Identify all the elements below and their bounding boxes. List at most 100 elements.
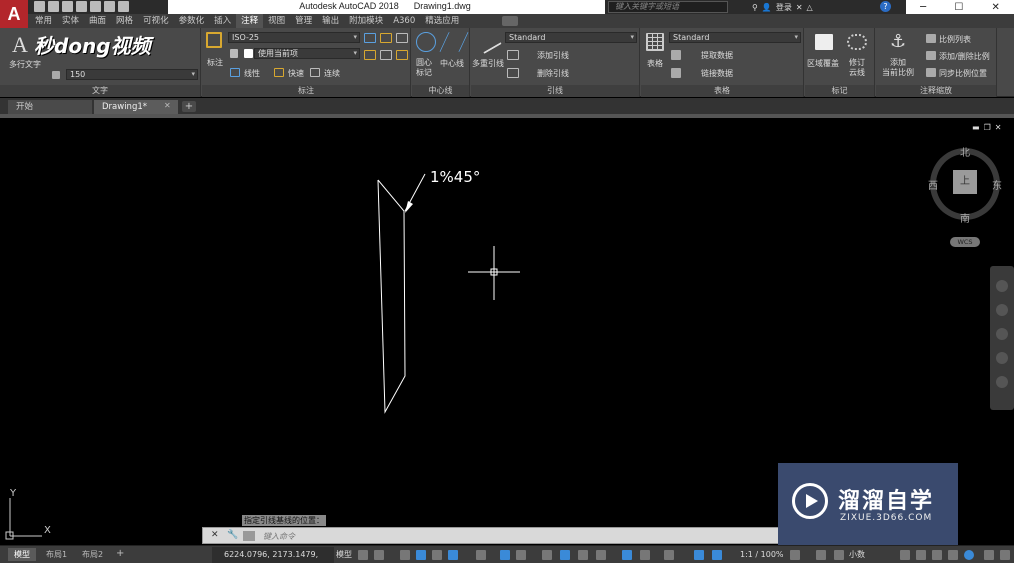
login-link[interactable]: 登录 bbox=[776, 2, 792, 13]
add-leader-button[interactable]: 添加引线 bbox=[537, 50, 569, 61]
help-icon[interactable]: ? bbox=[880, 1, 891, 12]
text-style-icon[interactable] bbox=[52, 71, 60, 79]
dim-tool-icon-2[interactable] bbox=[380, 33, 392, 43]
add-layout-icon[interactable]: + bbox=[116, 548, 124, 559]
customization-menu-icon[interactable] bbox=[1000, 550, 1010, 560]
tab-layout1[interactable]: 布局1 bbox=[40, 548, 73, 561]
coordinates-display[interactable]: 6224.0796, 2173.1479, 0.0000 bbox=[212, 547, 334, 563]
undo-icon[interactable] bbox=[104, 1, 115, 12]
add-scale-icon[interactable]: ⚓ bbox=[890, 32, 910, 52]
dim-tool-icon-1[interactable] bbox=[364, 33, 376, 43]
add-delete-scale-icon[interactable] bbox=[926, 51, 936, 60]
model-space-button[interactable]: 模型 bbox=[336, 548, 352, 561]
extract-data-button[interactable]: 提取数据 bbox=[701, 50, 733, 61]
command-close-icon[interactable]: ✕ bbox=[211, 530, 219, 540]
scale-list-icon[interactable] bbox=[926, 34, 936, 43]
pan-icon[interactable] bbox=[996, 304, 1008, 316]
maximize-icon[interactable]: ☐ bbox=[954, 2, 963, 13]
ribbon-tab[interactable]: 实体 bbox=[57, 14, 84, 28]
leader-style-select[interactable]: Standard bbox=[505, 32, 637, 43]
command-recent-icon[interactable] bbox=[243, 531, 255, 541]
dimension-icon[interactable] bbox=[206, 32, 222, 48]
isolate-objects-icon[interactable] bbox=[932, 550, 942, 560]
dynamic-ucs-icon[interactable] bbox=[622, 550, 632, 560]
exchange-icon[interactable]: ✕ bbox=[796, 3, 803, 12]
grid-icon[interactable] bbox=[358, 550, 368, 560]
viewcube[interactable]: 上 北 南 东 西 bbox=[928, 148, 1002, 225]
viewport-minimize-icon[interactable]: ▬ bbox=[972, 123, 980, 132]
dim-tool-icon-5[interactable] bbox=[380, 50, 392, 60]
command-customize-icon[interactable]: 🔧 bbox=[227, 530, 238, 540]
ribbon-tab[interactable]: 常用 bbox=[30, 14, 57, 28]
workspace-icon[interactable] bbox=[790, 550, 800, 560]
viewport-restore-icon[interactable]: ❐ bbox=[984, 123, 991, 132]
redo-icon[interactable] bbox=[118, 1, 129, 12]
center-mark-icon[interactable] bbox=[416, 32, 436, 52]
text-height-select[interactable]: 150 bbox=[66, 69, 198, 80]
dimension-label[interactable]: 标注 bbox=[207, 57, 223, 68]
wcs-menu[interactable]: WCS bbox=[950, 237, 980, 247]
ribbon-tab[interactable]: 管理 bbox=[290, 14, 317, 28]
ribbon-tab[interactable]: 注释 bbox=[236, 14, 264, 28]
orbit-icon[interactable] bbox=[996, 352, 1008, 364]
table-button[interactable]: 表格 bbox=[647, 58, 663, 69]
ribbon-tab[interactable]: 插入 bbox=[209, 14, 236, 28]
clean-screen-icon[interactable] bbox=[964, 550, 974, 560]
ribbon-tab[interactable]: 精选应用 bbox=[420, 14, 464, 28]
continue-dim-icon[interactable] bbox=[310, 68, 320, 77]
compass-north[interactable]: 北 bbox=[960, 144, 970, 159]
binoculars-icon[interactable]: ⚲ bbox=[752, 3, 758, 12]
add-leader-icon[interactable] bbox=[507, 50, 519, 60]
mtext-label[interactable]: 多行文字 bbox=[9, 59, 41, 70]
dim-layer-select[interactable]: 使用当前项 bbox=[254, 48, 360, 59]
autocad-logo-button[interactable]: A bbox=[0, 0, 28, 28]
units-icon[interactable] bbox=[834, 550, 844, 560]
object-snap-icon[interactable] bbox=[516, 550, 526, 560]
autodesk-a360-icon[interactable]: △ bbox=[807, 3, 813, 12]
quick-properties-icon[interactable] bbox=[900, 550, 910, 560]
add-delete-scale-button[interactable]: 添加/删除比例 bbox=[939, 51, 990, 62]
showmotion-icon[interactable] bbox=[996, 376, 1008, 388]
center-mark-button[interactable]: 圆心 标记 bbox=[416, 58, 432, 78]
ribbon-tab[interactable]: 视图 bbox=[263, 14, 290, 28]
tab-start[interactable]: 开始 bbox=[8, 100, 92, 114]
gizmo-icon[interactable] bbox=[664, 550, 674, 560]
transparency-icon[interactable] bbox=[560, 550, 570, 560]
lock-ui-icon[interactable] bbox=[916, 550, 926, 560]
close-tab-icon[interactable]: ✕ bbox=[164, 101, 171, 110]
dim-tool-icon-3[interactable] bbox=[396, 33, 408, 43]
dim-style-select[interactable]: ISO-25 bbox=[228, 32, 360, 43]
dimension-panel-title[interactable]: 标注 bbox=[202, 85, 410, 97]
revcloud-button[interactable]: 修订 云线 bbox=[849, 58, 865, 78]
zoom-icon[interactable] bbox=[996, 328, 1008, 340]
tab-model[interactable]: 模型 bbox=[8, 548, 36, 561]
sync-scale-button[interactable]: 同步比例位置 bbox=[939, 68, 987, 79]
remove-leader-button[interactable]: 删除引线 bbox=[537, 68, 569, 79]
table-panel-title[interactable]: 表格 bbox=[641, 85, 803, 97]
text-panel-title[interactable]: 文字 bbox=[0, 85, 200, 97]
ribbon-tab[interactable]: 可视化 bbox=[138, 14, 174, 28]
save-icon[interactable] bbox=[62, 1, 73, 12]
ribbon-tab[interactable]: 输出 bbox=[317, 14, 344, 28]
continue-dim-button[interactable]: 连续 bbox=[324, 68, 340, 79]
ribbon-tab[interactable]: 参数化 bbox=[174, 14, 210, 28]
sync-scale-icon[interactable] bbox=[926, 68, 936, 77]
centerline-icon[interactable] bbox=[439, 32, 469, 52]
lineweight-icon[interactable] bbox=[542, 550, 552, 560]
open-file-icon[interactable] bbox=[48, 1, 59, 12]
centerline-button[interactable]: 中心线 bbox=[440, 58, 464, 69]
markup-panel-title[interactable]: 标记 bbox=[805, 85, 874, 97]
annotation-scale-select[interactable]: 1:1 / 100% bbox=[740, 548, 784, 561]
selection-filter-icon[interactable] bbox=[640, 550, 650, 560]
infer-icon[interactable] bbox=[400, 550, 410, 560]
tab-options-icon[interactable] bbox=[502, 16, 518, 26]
annotation-monitor-icon[interactable] bbox=[816, 550, 826, 560]
steering-wheel-icon[interactable] bbox=[996, 280, 1008, 292]
dim-tool-icon-4[interactable] bbox=[364, 50, 376, 60]
centerline-panel-title[interactable]: 中心线 bbox=[412, 85, 469, 97]
tab-layout2[interactable]: 布局2 bbox=[76, 548, 109, 561]
leader-panel-title[interactable]: 引线 bbox=[471, 85, 639, 97]
ribbon-tab[interactable]: 附加模块 bbox=[344, 14, 388, 28]
multileader-icon[interactable] bbox=[476, 30, 502, 54]
table-icon[interactable] bbox=[646, 33, 664, 51]
